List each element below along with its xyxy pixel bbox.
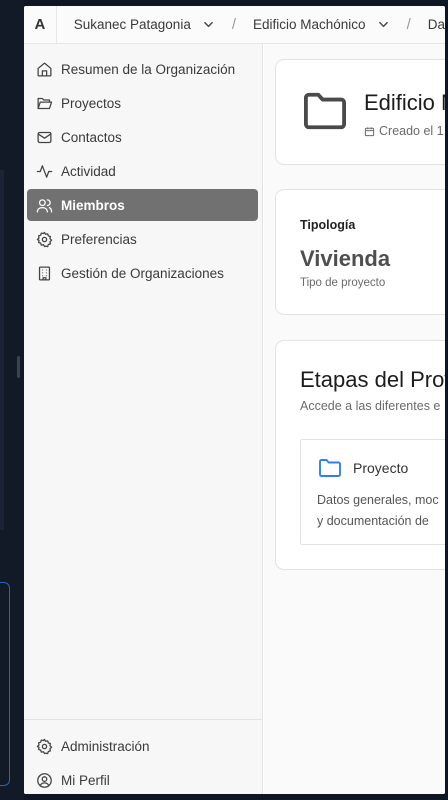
- etapas-card: Etapas del Proy Accede a las diferentes …: [275, 340, 445, 570]
- background-window-frame: [0, 582, 10, 786]
- breadcrumb-section-label: Da: [427, 17, 445, 32]
- breadcrumb-project-label: Edificio Machónico: [253, 17, 366, 32]
- breadcrumb-organization[interactable]: Sukanec Patagonia: [57, 17, 214, 32]
- sidebar-item-label: Miembros: [61, 197, 125, 213]
- tipologia-sub: Tipo de proyecto: [300, 277, 386, 289]
- sidebar-item-mi-perfil[interactable]: Mi Perfil: [27, 764, 258, 794]
- building-icon: [35, 264, 53, 282]
- project-title: Edificio M: [364, 90, 445, 115]
- activity-icon: [35, 162, 53, 180]
- sidebar-item-label: Proyectos: [61, 95, 122, 111]
- sidebar-item-administracion[interactable]: Administración: [27, 730, 258, 762]
- tipologia-label: Tipología: [300, 218, 356, 232]
- sidebar-item-actividad[interactable]: Actividad: [27, 155, 258, 187]
- app-window: A Sukanec Patagonia / Edificio Machónico…: [24, 6, 445, 794]
- main-content: Edificio M Creado el 1 Tipología Viviend…: [264, 44, 445, 794]
- resize-handle[interactable]: [17, 356, 20, 378]
- sidebar-item-label: Mi Perfil: [61, 772, 110, 788]
- tipologia-value: Vivienda: [300, 246, 391, 271]
- folder-icon: [302, 90, 348, 137]
- sidebar-item-label: Gestión de Organizaciones: [61, 265, 224, 281]
- stage-description-line: Datos generales, moc: [317, 493, 439, 507]
- folder-open-icon: [35, 94, 53, 112]
- user-circle-icon: [35, 771, 53, 789]
- home-icon: [35, 60, 53, 78]
- stage-description: Datos generales, moc y documentación de: [317, 490, 445, 532]
- tipologia-card: Tipología Vivienda Tipo de proyecto: [275, 189, 445, 315]
- breadcrumb-project[interactable]: Edificio Machónico: [236, 17, 389, 32]
- sidebar-item-proyectos[interactable]: Proyectos: [27, 87, 258, 119]
- users-icon: [35, 196, 53, 214]
- sidebar-item-label: Preferencias: [61, 231, 137, 247]
- gear-icon: [35, 737, 53, 755]
- gear-icon: [35, 230, 53, 248]
- sidebar-item-contactos[interactable]: Contactos: [27, 121, 258, 153]
- etapas-title: Etapas del Proy: [300, 367, 445, 392]
- breadcrumb-section[interactable]: Da: [411, 17, 445, 32]
- top-bar: A Sukanec Patagonia / Edificio Machónico…: [24, 6, 445, 44]
- sidebar-item-label: Contactos: [61, 129, 122, 145]
- sidebar-item-miembros[interactable]: Miembros: [27, 189, 258, 221]
- background-panel-edge: [0, 170, 4, 530]
- sidebar-item-resumen[interactable]: Resumen de la Organización: [27, 53, 258, 85]
- stage-name: Proyecto: [353, 460, 409, 476]
- chevron-down-icon[interactable]: [203, 19, 214, 30]
- folder-icon: [318, 458, 342, 483]
- mail-icon: [35, 128, 53, 146]
- sidebar-divider: [24, 719, 263, 720]
- sidebar-item-label: Resumen de la Organización: [61, 61, 236, 77]
- project-created-date: Creado el 1: [364, 124, 444, 138]
- sidebar: Resumen de la Organización Proyectos Con…: [24, 44, 263, 794]
- calendar-icon: [364, 126, 375, 137]
- etapas-description: Accede a las diferentes e: [300, 399, 441, 413]
- app-logo[interactable]: A: [24, 6, 57, 44]
- sidebar-item-preferencias[interactable]: Preferencias: [27, 223, 258, 255]
- project-header-card: Edificio M Creado el 1: [275, 59, 445, 165]
- stage-description-line: y documentación de: [317, 514, 429, 528]
- chevron-down-icon[interactable]: [378, 19, 389, 30]
- stage-card-proyecto[interactable]: Proyecto Datos generales, moc y document…: [300, 439, 445, 545]
- breadcrumb-organization-label: Sukanec Patagonia: [73, 17, 191, 32]
- sidebar-item-label: Actividad: [61, 163, 116, 179]
- sidebar-item-gestion[interactable]: Gestión de Organizaciones: [27, 257, 258, 289]
- created-text: Creado el 1: [379, 124, 444, 138]
- desktop-background-left: [0, 0, 24, 800]
- sidebar-item-label: Administración: [61, 738, 150, 754]
